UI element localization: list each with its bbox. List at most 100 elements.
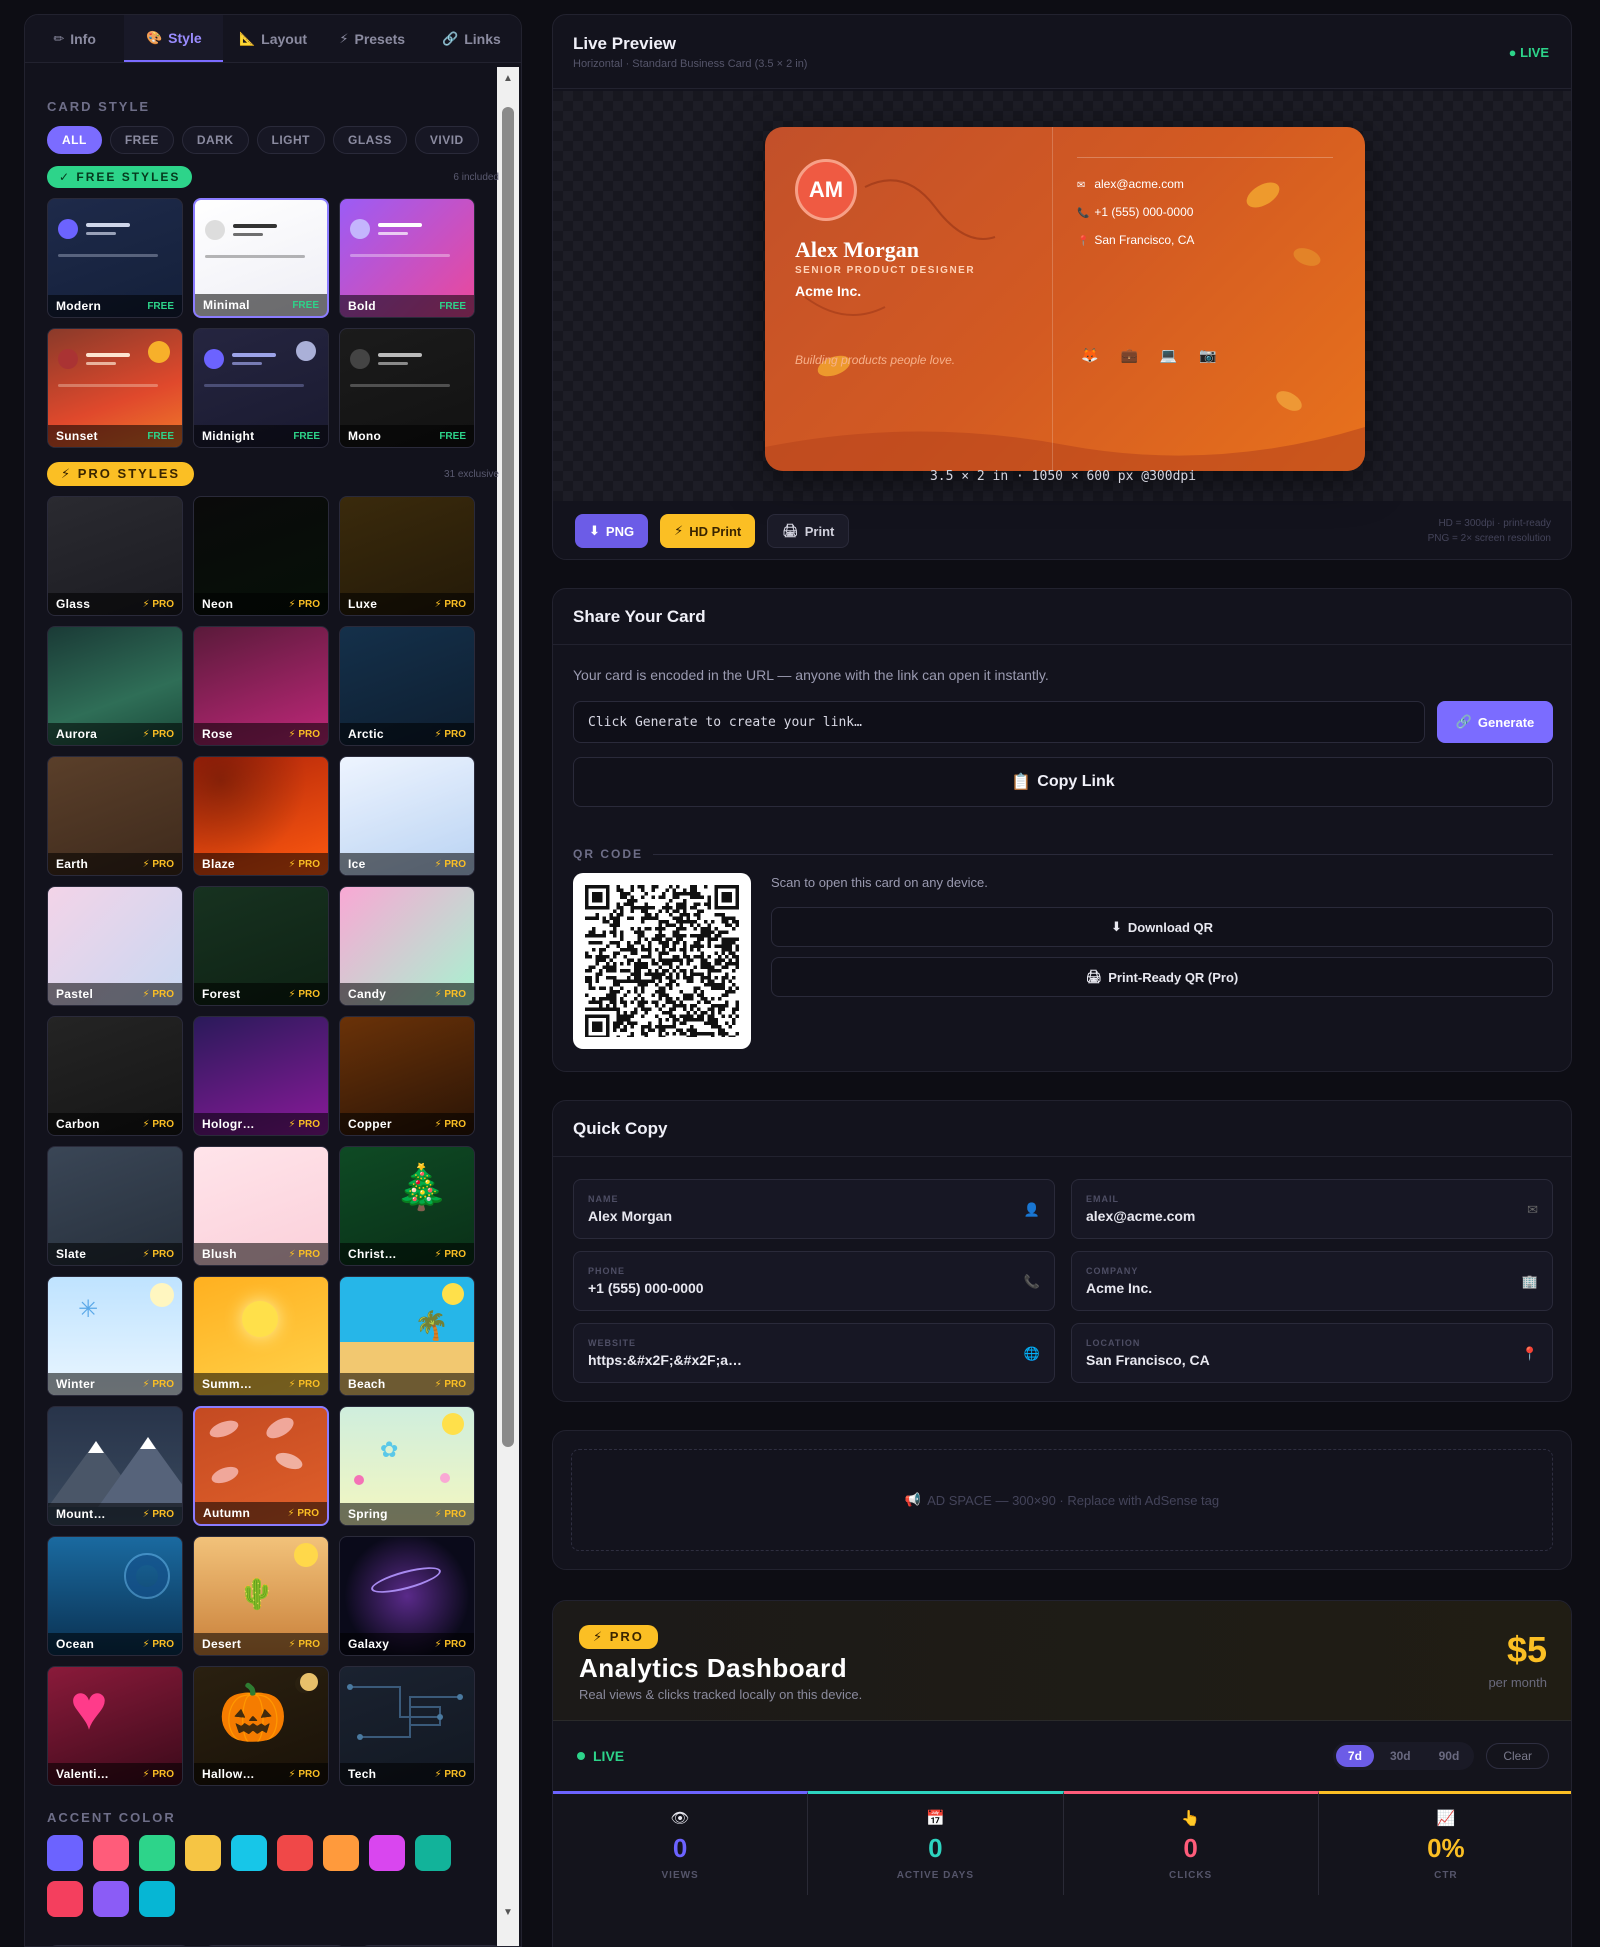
tab-layout[interactable]: 📐 Layout [223,15,322,62]
quick-copy-label: WEBSITE [588,1338,637,1348]
copy-link-button[interactable]: 📋 Copy Link [573,757,1553,807]
quick-copy-location[interactable]: LOCATION San Francisco, CA 📍 [1071,1323,1553,1383]
tab-links[interactable]: 🔗 Links [422,15,521,62]
style-tile-ocean[interactable]: Ocean ⚡ PRO [47,1536,183,1656]
style-tile-mono[interactable]: Mono FREE [339,328,475,448]
download-icon: ⬇ [589,523,600,538]
stat-label: ACTIVE DAYS [896,1869,975,1881]
filter-chip-free[interactable]: FREE [109,126,174,154]
style-tile-glass[interactable]: Glass ⚡ PRO [47,496,183,616]
tab-style[interactable]: 🎨 Style [124,15,224,62]
filter-chip-light[interactable]: LIGHT [256,126,326,154]
scrollbar[interactable]: ▲ ▼ [497,67,519,1946]
style-tile-tag: ⚡ PRO [434,858,466,870]
style-tile-midnight[interactable]: Midnight FREE [193,328,329,448]
style-tile-tech[interactable]: Tech ⚡ PRO [339,1666,475,1786]
qr-section-header: QR CODE [573,847,1553,861]
style-tile-modern[interactable]: Modern FREE [47,198,183,318]
generate-link-button[interactable]: 🔗 Generate [1437,701,1553,743]
accent-swatch-3[interactable] [139,1835,175,1871]
quick-copy-company[interactable]: COMPANY Acme Inc. 🏢 [1071,1251,1553,1311]
style-tile-minimal[interactable]: Minimal FREE [193,198,329,318]
style-tile-forest[interactable]: Forest ⚡ PRO [193,886,329,1006]
style-tile-desert[interactable]: 🌵 Desert ⚡ PRO [193,1536,329,1656]
style-tile-rose[interactable]: Rose ⚡ PRO [193,626,329,746]
tab-presets[interactable]: ⚡ Presets [323,15,422,62]
style-tile-blush[interactable]: Blush ⚡ PRO [193,1146,329,1266]
scroll-thumb[interactable] [502,107,514,1447]
style-tile-galaxy[interactable]: Galaxy ⚡ PRO [339,1536,475,1656]
share-link-field[interactable]: Click Generate to create your link… [573,701,1425,743]
style-tile-mount[interactable]: Mount… ⚡ PRO [47,1406,183,1526]
style-tile-carbon[interactable]: Carbon ⚡ PRO [47,1016,183,1136]
style-tile-footer: Copper ⚡ PRO [340,1113,474,1135]
style-tile-autumn[interactable]: Autumn ⚡ PRO [193,1406,329,1526]
accent-swatch-2[interactable] [93,1835,129,1871]
accent-swatch-9[interactable] [415,1835,451,1871]
filter-chip-all[interactable]: ALL [47,126,102,154]
pencil-icon: ✏ [53,30,65,46]
scroll-up-arrow-icon[interactable]: ▲ [503,73,513,84]
style-tile-tag: ⚡ PRO [434,1638,466,1650]
accent-swatch-8[interactable] [369,1835,405,1871]
style-tile-earth[interactable]: Earth ⚡ PRO [47,756,183,876]
card-divider [1052,127,1053,471]
quick-copy-label: PHONE [588,1266,626,1276]
scroll-down-arrow-icon[interactable]: ▼ [503,1907,513,1918]
style-tile-winter[interactable]: ✳ Winter ⚡ PRO [47,1276,183,1396]
style-tile-spring[interactable]: ✿ Spring ⚡ PRO [339,1406,475,1526]
style-tile-ice[interactable]: Ice ⚡ PRO [339,756,475,876]
filter-chip-glass[interactable]: GLASS [333,126,407,154]
tab-info[interactable]: ✏ Info [25,15,124,62]
style-tile-hologr[interactable]: Hologr… ⚡ PRO [193,1016,329,1136]
style-tile-name: Autumn [203,1506,251,1520]
style-tile-sunset[interactable]: Sunset FREE [47,328,183,448]
style-tile-name: Slate [56,1247,87,1261]
quick-copy-email[interactable]: EMAIL alex@acme.com ✉ [1071,1179,1553,1239]
style-tile-arctic[interactable]: Arctic ⚡ PRO [339,626,475,746]
accent-swatch-6[interactable] [277,1835,313,1871]
style-tile-slate[interactable]: Slate ⚡ PRO [47,1146,183,1266]
style-tile-christ[interactable]: 🎄 Christ… ⚡ PRO [339,1146,475,1266]
style-tile-name: Sunset [56,429,98,443]
filter-chip-dark[interactable]: DARK [181,126,249,154]
accent-swatch-5[interactable] [231,1835,267,1871]
print-qr-button[interactable]: 🖨 Print-Ready QR (Pro) [771,957,1553,997]
accent-swatch-12[interactable] [139,1881,175,1917]
clipboard-icon: 📋 [1011,774,1032,791]
style-tile-bold[interactable]: Bold FREE [339,198,475,318]
download-qr-button[interactable]: ⬇ Download QR [771,907,1553,947]
range-90d[interactable]: 90d [1427,1745,1472,1767]
export-png-button[interactable]: ⬇ PNG [575,514,649,548]
range-7d[interactable]: 7d [1335,1745,1374,1767]
style-tile-luxe[interactable]: Luxe ⚡ PRO [339,496,475,616]
style-tile-blaze[interactable]: Blaze ⚡ PRO [193,756,329,876]
style-tile-copper[interactable]: Copper ⚡ PRO [339,1016,475,1136]
card-company: Acme Inc. [795,283,862,299]
quick-copy-website[interactable]: WEBSITE https:&#x2F;&#x2F;a… 🌐 [573,1323,1055,1383]
accent-swatch-10[interactable] [47,1881,83,1917]
accent-swatch-1[interactable] [47,1835,83,1871]
style-tile-pastel[interactable]: Pastel ⚡ PRO [47,886,183,1006]
accent-swatches [47,1835,467,1917]
print-button[interactable]: 🖨 Print [767,514,850,548]
hd-print-button[interactable]: ⚡ HD Print [660,514,756,548]
quick-copy-phone[interactable]: PHONE +1 (555) 000-0000 📞 [573,1251,1055,1311]
accent-swatch-7[interactable] [323,1835,359,1871]
style-tile-candy[interactable]: Candy ⚡ PRO [339,886,475,1006]
style-tile-name: Blaze [202,857,235,871]
style-tile-footer: Autumn ⚡ PRO [195,1502,327,1524]
clear-analytics-button[interactable]: Clear [1486,1743,1549,1769]
quick-copy-name[interactable]: NAME Alex Morgan 👤 [573,1179,1055,1239]
pro-styles-grid: Glass ⚡ PRO Neon ⚡ PRO Luxe ⚡ PRO Aurora ⚡ PRO R… [47,496,499,1786]
style-tile-beach[interactable]: 🌴 Beach ⚡ PRO [339,1276,475,1396]
filter-chip-vivid[interactable]: VIVID [414,126,479,154]
range-30d[interactable]: 30d [1378,1745,1423,1767]
accent-swatch-4[interactable] [185,1835,221,1871]
style-tile-neon[interactable]: Neon ⚡ PRO [193,496,329,616]
style-tile-aurora[interactable]: Aurora ⚡ PRO [47,626,183,746]
style-tile-summ[interactable]: Summ… ⚡ PRO [193,1276,329,1396]
accent-swatch-11[interactable] [93,1881,129,1917]
style-tile-hallow[interactable]: 🎃 Hallow… ⚡ PRO [193,1666,329,1786]
style-tile-valenti[interactable]: ♥ Valenti… ⚡ PRO [47,1666,183,1786]
